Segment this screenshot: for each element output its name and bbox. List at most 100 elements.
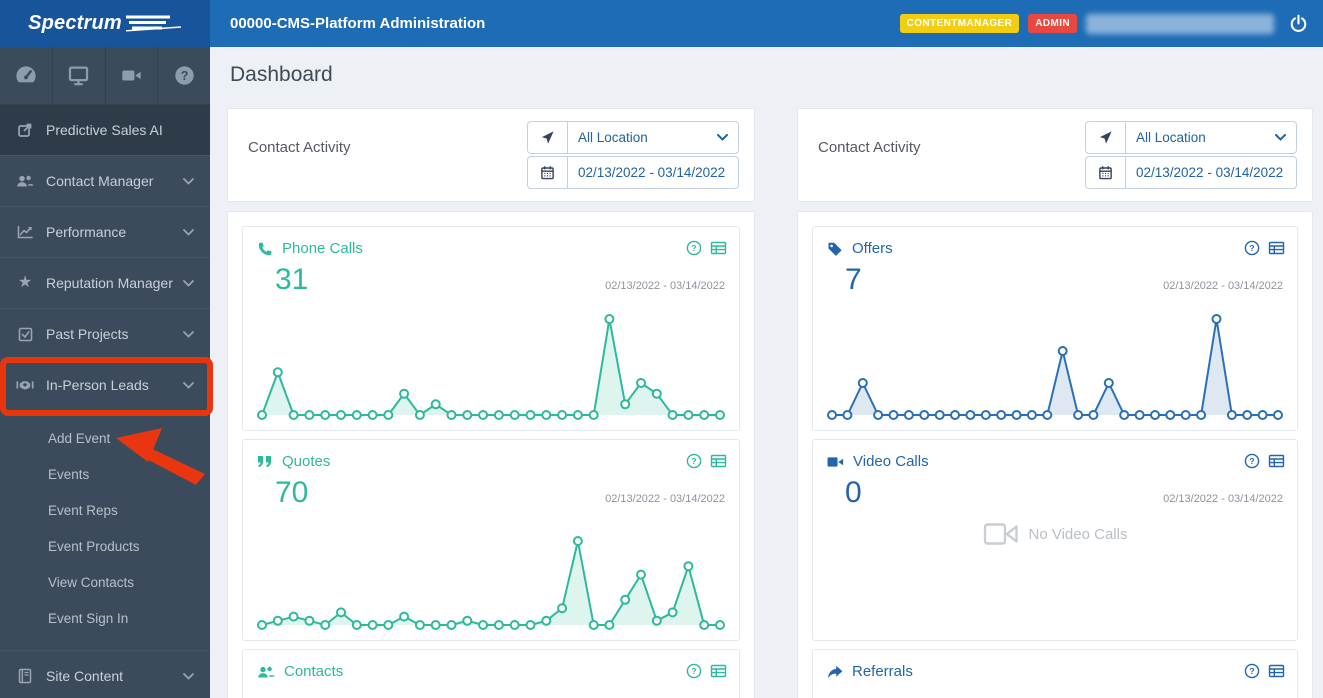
offers-chart — [825, 310, 1285, 422]
location-select-left[interactable]: All Location — [527, 121, 739, 154]
referral-arrow-icon — [827, 665, 843, 679]
date-range-value: 02/13/2022 - 03/14/2022 — [1136, 165, 1284, 180]
help-icon[interactable]: ? — [158, 47, 210, 104]
submenu-item-event-products[interactable]: Event Products — [0, 528, 210, 564]
location-select-value: All Location — [578, 130, 648, 145]
app-title: 00000-CMS-Platform Administration — [230, 15, 486, 32]
location-select-value: All Location — [1136, 130, 1206, 145]
video-calls-value: 0 — [845, 476, 862, 509]
phone-icon — [257, 241, 273, 257]
top-bar: Spectrum 00000-CMS-Platform Administrati… — [0, 0, 1323, 47]
video-icon — [827, 455, 844, 469]
submenu-item-view-contacts[interactable]: View Contacts — [0, 564, 210, 600]
submenu-item-event-reps[interactable]: Event Reps — [0, 492, 210, 528]
submenu-item-add-event[interactable]: Add Event — [0, 420, 210, 456]
contacts-card: Contacts ? — [242, 649, 740, 698]
calendar-icon — [1085, 156, 1125, 189]
video-calls-card: Video Calls ? 0 02/13/2022 - 03/14/2022 — [812, 439, 1298, 641]
help-circle-icon[interactable]: ? — [1244, 240, 1260, 256]
date-range-input-right[interactable]: 02/13/2022 - 03/14/2022 — [1085, 156, 1297, 189]
sidebar-item-label: Contact Manager — [46, 173, 154, 189]
quotes-card: Quotes ? 70 02/13/2022 - 03/14/2022 — [242, 439, 740, 641]
chevron-down-icon — [1275, 134, 1286, 141]
quotes-value: 70 — [275, 476, 309, 509]
sidebar-item-performance[interactable]: Performance — [0, 206, 210, 257]
metrics-panel-left: Phone Calls ? 31 02/13/2022 - 03/14/2022 — [227, 211, 755, 698]
star-icon: ★ — [17, 274, 33, 291]
users-icon — [16, 173, 34, 189]
sidebar: ? Predictive Sales AI Contact Manager Pe… — [0, 47, 210, 698]
contacts-icon — [257, 664, 275, 680]
in-person-leads-submenu: Add Event Events Event Reps Event Produc… — [0, 410, 210, 650]
no-video-calls-empty-state: No Video Calls — [813, 522, 1297, 546]
chevron-down-icon — [183, 330, 194, 338]
table-icon[interactable] — [710, 453, 727, 469]
screen: Spectrum 00000-CMS-Platform Administrati… — [0, 0, 1323, 698]
video-camera-icon[interactable] — [106, 47, 159, 104]
quotes-chart — [255, 532, 727, 632]
metrics-panel-right: Offers ? 7 02/13/2022 - 03/14/2022 Video… — [797, 211, 1313, 698]
monitor-icon[interactable] — [53, 47, 106, 104]
sidebar-item-label: Reputation Manager — [46, 275, 173, 291]
help-circle-icon[interactable]: ? — [686, 240, 702, 256]
book-icon — [16, 668, 34, 684]
sidebar-item-past-projects[interactable]: Past Projects — [0, 308, 210, 359]
sidebar-item-label: In-Person Leads — [46, 377, 149, 393]
svg-text:?: ? — [1249, 456, 1254, 466]
power-icon[interactable] — [1287, 13, 1309, 35]
user-name-redacted — [1086, 13, 1274, 34]
role-badge-admin: ADMIN — [1028, 14, 1077, 33]
sidebar-item-reputation-manager[interactable]: ★ Reputation Manager — [0, 257, 210, 308]
location-select-right[interactable]: All Location — [1085, 121, 1297, 154]
sidebar-item-contact-manager[interactable]: Contact Manager — [0, 155, 210, 206]
card-title: Quotes — [282, 453, 331, 470]
date-range-input-left[interactable]: 02/13/2022 - 03/14/2022 — [527, 156, 739, 189]
contact-activity-panel-right: Contact Activity All Location 02/13/2022… — [797, 108, 1313, 202]
chart-line-icon — [16, 224, 34, 240]
svg-text:?: ? — [180, 69, 188, 83]
submenu-item-event-sign-in[interactable]: Event Sign In — [0, 600, 210, 636]
help-circle-icon[interactable]: ? — [686, 453, 702, 469]
panel-title: Contact Activity — [248, 139, 351, 156]
submenu-item-events[interactable]: Events — [0, 456, 210, 492]
card-date-range: 02/13/2022 - 03/14/2022 — [605, 280, 725, 292]
handshake-icon — [16, 378, 34, 392]
table-icon[interactable] — [1268, 453, 1285, 469]
card-date-range: 02/13/2022 - 03/14/2022 — [605, 493, 725, 505]
help-circle-icon[interactable]: ? — [1244, 663, 1260, 679]
sidebar-item-label: Past Projects — [46, 326, 129, 342]
logo-speed-lines-icon — [125, 13, 182, 35]
table-icon[interactable] — [1268, 240, 1285, 256]
brand-name: Spectrum — [28, 12, 122, 34]
offers-card: Offers ? 7 02/13/2022 - 03/14/2022 — [812, 226, 1298, 431]
card-title: Referrals — [852, 663, 913, 680]
gauge-icon[interactable] — [0, 47, 53, 104]
sidebar-item-predictive-sales-ai[interactable]: Predictive Sales AI — [0, 105, 210, 155]
sidebar-item-label: Predictive Sales AI — [46, 122, 163, 138]
date-range-value: 02/13/2022 - 03/14/2022 — [578, 165, 726, 180]
help-circle-icon[interactable]: ? — [1244, 453, 1260, 469]
table-icon[interactable] — [710, 663, 727, 679]
table-icon[interactable] — [1268, 663, 1285, 679]
tag-icon — [827, 241, 843, 257]
video-camera-outline-icon — [983, 522, 1019, 546]
referrals-card: Referrals ? — [812, 649, 1298, 698]
sidebar-item-in-person-leads[interactable]: In-Person Leads — [0, 359, 210, 410]
external-link-icon — [16, 122, 34, 138]
role-badge-contentmanager: CONTENTMANAGER — [899, 14, 1020, 33]
navigation-icon — [527, 121, 567, 154]
sidebar-item-site-content[interactable]: Site Content — [0, 650, 210, 698]
sidebar-quick-icons: ? — [0, 47, 210, 105]
brand-logo[interactable]: Spectrum — [0, 0, 210, 47]
card-title: Phone Calls — [282, 240, 363, 257]
empty-state-text: No Video Calls — [1028, 525, 1128, 543]
card-title: Offers — [852, 240, 893, 257]
calendar-icon — [527, 156, 567, 189]
svg-text:?: ? — [691, 243, 696, 253]
help-circle-icon[interactable]: ? — [686, 663, 702, 679]
main-content: Dashboard Contact Activity All Location — [210, 47, 1323, 698]
phone-calls-chart — [255, 310, 727, 422]
card-title: Contacts — [284, 663, 344, 680]
sidebar-item-label: Performance — [46, 224, 127, 240]
table-icon[interactable] — [710, 240, 727, 256]
